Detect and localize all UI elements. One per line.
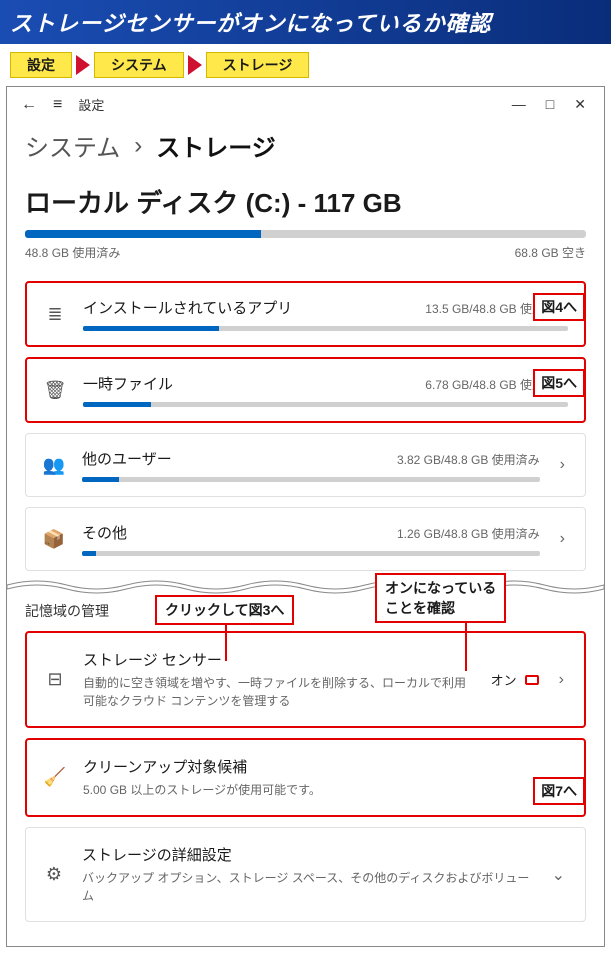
- arrow-icon: [188, 55, 202, 75]
- figure-tag: 図4へ: [533, 293, 585, 321]
- box-icon: 📦: [42, 529, 66, 550]
- callout-confirm-on: オンになっている ことを確認: [375, 573, 506, 623]
- crumb-system: システム: [94, 52, 184, 78]
- instruction-banner: ストレージセンサーがオンになっているか確認: [0, 0, 611, 44]
- chevron-right-icon: ›: [556, 456, 569, 474]
- arrow-icon: [76, 55, 90, 75]
- callout-click-fig3: クリックして図3へ: [155, 595, 294, 625]
- breadcrumb-parent[interactable]: システム: [25, 128, 120, 163]
- list-icon: ≣: [43, 304, 67, 325]
- mgmt-desc: 5.00 GB 以上のストレージが使用可能です。: [83, 781, 568, 799]
- figure-tag: 図5へ: [533, 369, 585, 397]
- mgmt-title: ストレージ センサー: [83, 649, 475, 670]
- disk-title: ローカル ディスク (C:) - 117 GB: [25, 183, 586, 220]
- category-name: その他: [82, 522, 127, 543]
- chevron-right-icon: ›: [556, 530, 569, 548]
- category-name: インストールされているアプリ: [83, 297, 292, 318]
- callout-line: [225, 623, 227, 661]
- category-name: 他のユーザー: [82, 448, 172, 469]
- mgmt-desc: 自動的に空き領域を増やす、一時ファイルを削除する、ローカルで利用可能なクラウド …: [83, 674, 475, 710]
- mgmt-row-0[interactable]: ⊟ ストレージ センサー 自動的に空き領域を増やす、一時ファイルを削除する、ロー…: [25, 631, 586, 728]
- category-bar: [83, 402, 568, 407]
- window-title: 設定: [78, 95, 104, 114]
- toggle-label: オン: [491, 670, 517, 689]
- callout-line: [465, 623, 467, 671]
- mgmt-row-2[interactable]: ⚙ ストレージの詳細設定 バックアップ オプション、ストレージ スペース、その他…: [25, 827, 586, 922]
- disk-used-label: 48.8 GB 使用済み: [25, 244, 120, 261]
- category-fill: [82, 477, 119, 482]
- trash-icon: 🗑: [43, 380, 67, 401]
- close-button[interactable]: ✕: [574, 96, 586, 113]
- mgmt-desc: バックアップ オプション、ストレージ スペース、その他のディスクおよびボリューム: [82, 869, 532, 905]
- broom-icon: 🧹: [43, 767, 67, 788]
- mgmt-title: クリーンアップ対象候補: [83, 756, 568, 777]
- crumb-storage: ストレージ: [206, 52, 310, 78]
- figure-tag: 図7へ: [533, 777, 585, 805]
- users-icon: 👥: [42, 455, 66, 476]
- crumb-settings: 設定: [10, 52, 72, 78]
- mgmt-row-1[interactable]: 🧹 クリーンアップ対象候補 5.00 GB 以上のストレージが使用可能です。 図…: [25, 738, 586, 817]
- category-row-1[interactable]: 🗑 一時ファイル 6.78 GB/48.8 GB 使用済み 図5へ: [25, 357, 586, 423]
- category-row-0[interactable]: ≣ インストールされているアプリ 13.5 GB/48.8 GB 使用済み 図4…: [25, 281, 586, 347]
- category-fill: [82, 551, 96, 556]
- maximize-button[interactable]: □: [546, 96, 554, 113]
- page-tear: [7, 577, 604, 597]
- minimize-button[interactable]: —: [512, 96, 526, 113]
- breadcrumb: システム › ストレージ: [25, 128, 586, 163]
- main-content: システム › ストレージ ローカル ディスク (C:) - 117 GB 48.…: [7, 122, 604, 946]
- category-fill: [83, 326, 219, 331]
- category-name: 一時ファイル: [83, 373, 173, 394]
- settings-window: ← ≡ 設定 — □ ✕ システム › ストレージ ローカル ディスク (C:)…: [6, 86, 605, 947]
- gear-icon: ⚙: [42, 864, 66, 885]
- category-usage: 1.26 GB/48.8 GB 使用済み: [397, 525, 540, 542]
- chevron-icon: ›: [134, 132, 142, 160]
- disk-icon: ⊟: [43, 669, 67, 690]
- disk-usage-bar: [25, 230, 586, 238]
- category-usage: 3.82 GB/48.8 GB 使用済み: [397, 451, 540, 468]
- category-fill: [83, 402, 151, 407]
- category-row-3[interactable]: 📦 その他 1.26 GB/48.8 GB 使用済み ›: [25, 507, 586, 571]
- category-bar: [83, 326, 568, 331]
- toggle-highlight: [525, 675, 539, 685]
- disk-free-label: 68.8 GB 空き: [515, 244, 586, 261]
- category-bar: [82, 551, 540, 556]
- category-bar: [82, 477, 540, 482]
- disk-usage-fill: [25, 230, 261, 238]
- titlebar: ← ≡ 設定 — □ ✕: [7, 87, 604, 122]
- breadcrumb-current: ストレージ: [156, 128, 276, 163]
- back-button[interactable]: ←: [21, 96, 37, 114]
- breadcrumb-pills: 設定 システム ストレージ: [0, 44, 611, 86]
- category-row-2[interactable]: 👥 他のユーザー 3.82 GB/48.8 GB 使用済み ›: [25, 433, 586, 497]
- mgmt-title: ストレージの詳細設定: [82, 844, 532, 865]
- chevron-right-icon: ›: [555, 671, 568, 689]
- menu-button[interactable]: ≡: [53, 96, 62, 114]
- chevron-down-icon: ⌄: [548, 865, 569, 885]
